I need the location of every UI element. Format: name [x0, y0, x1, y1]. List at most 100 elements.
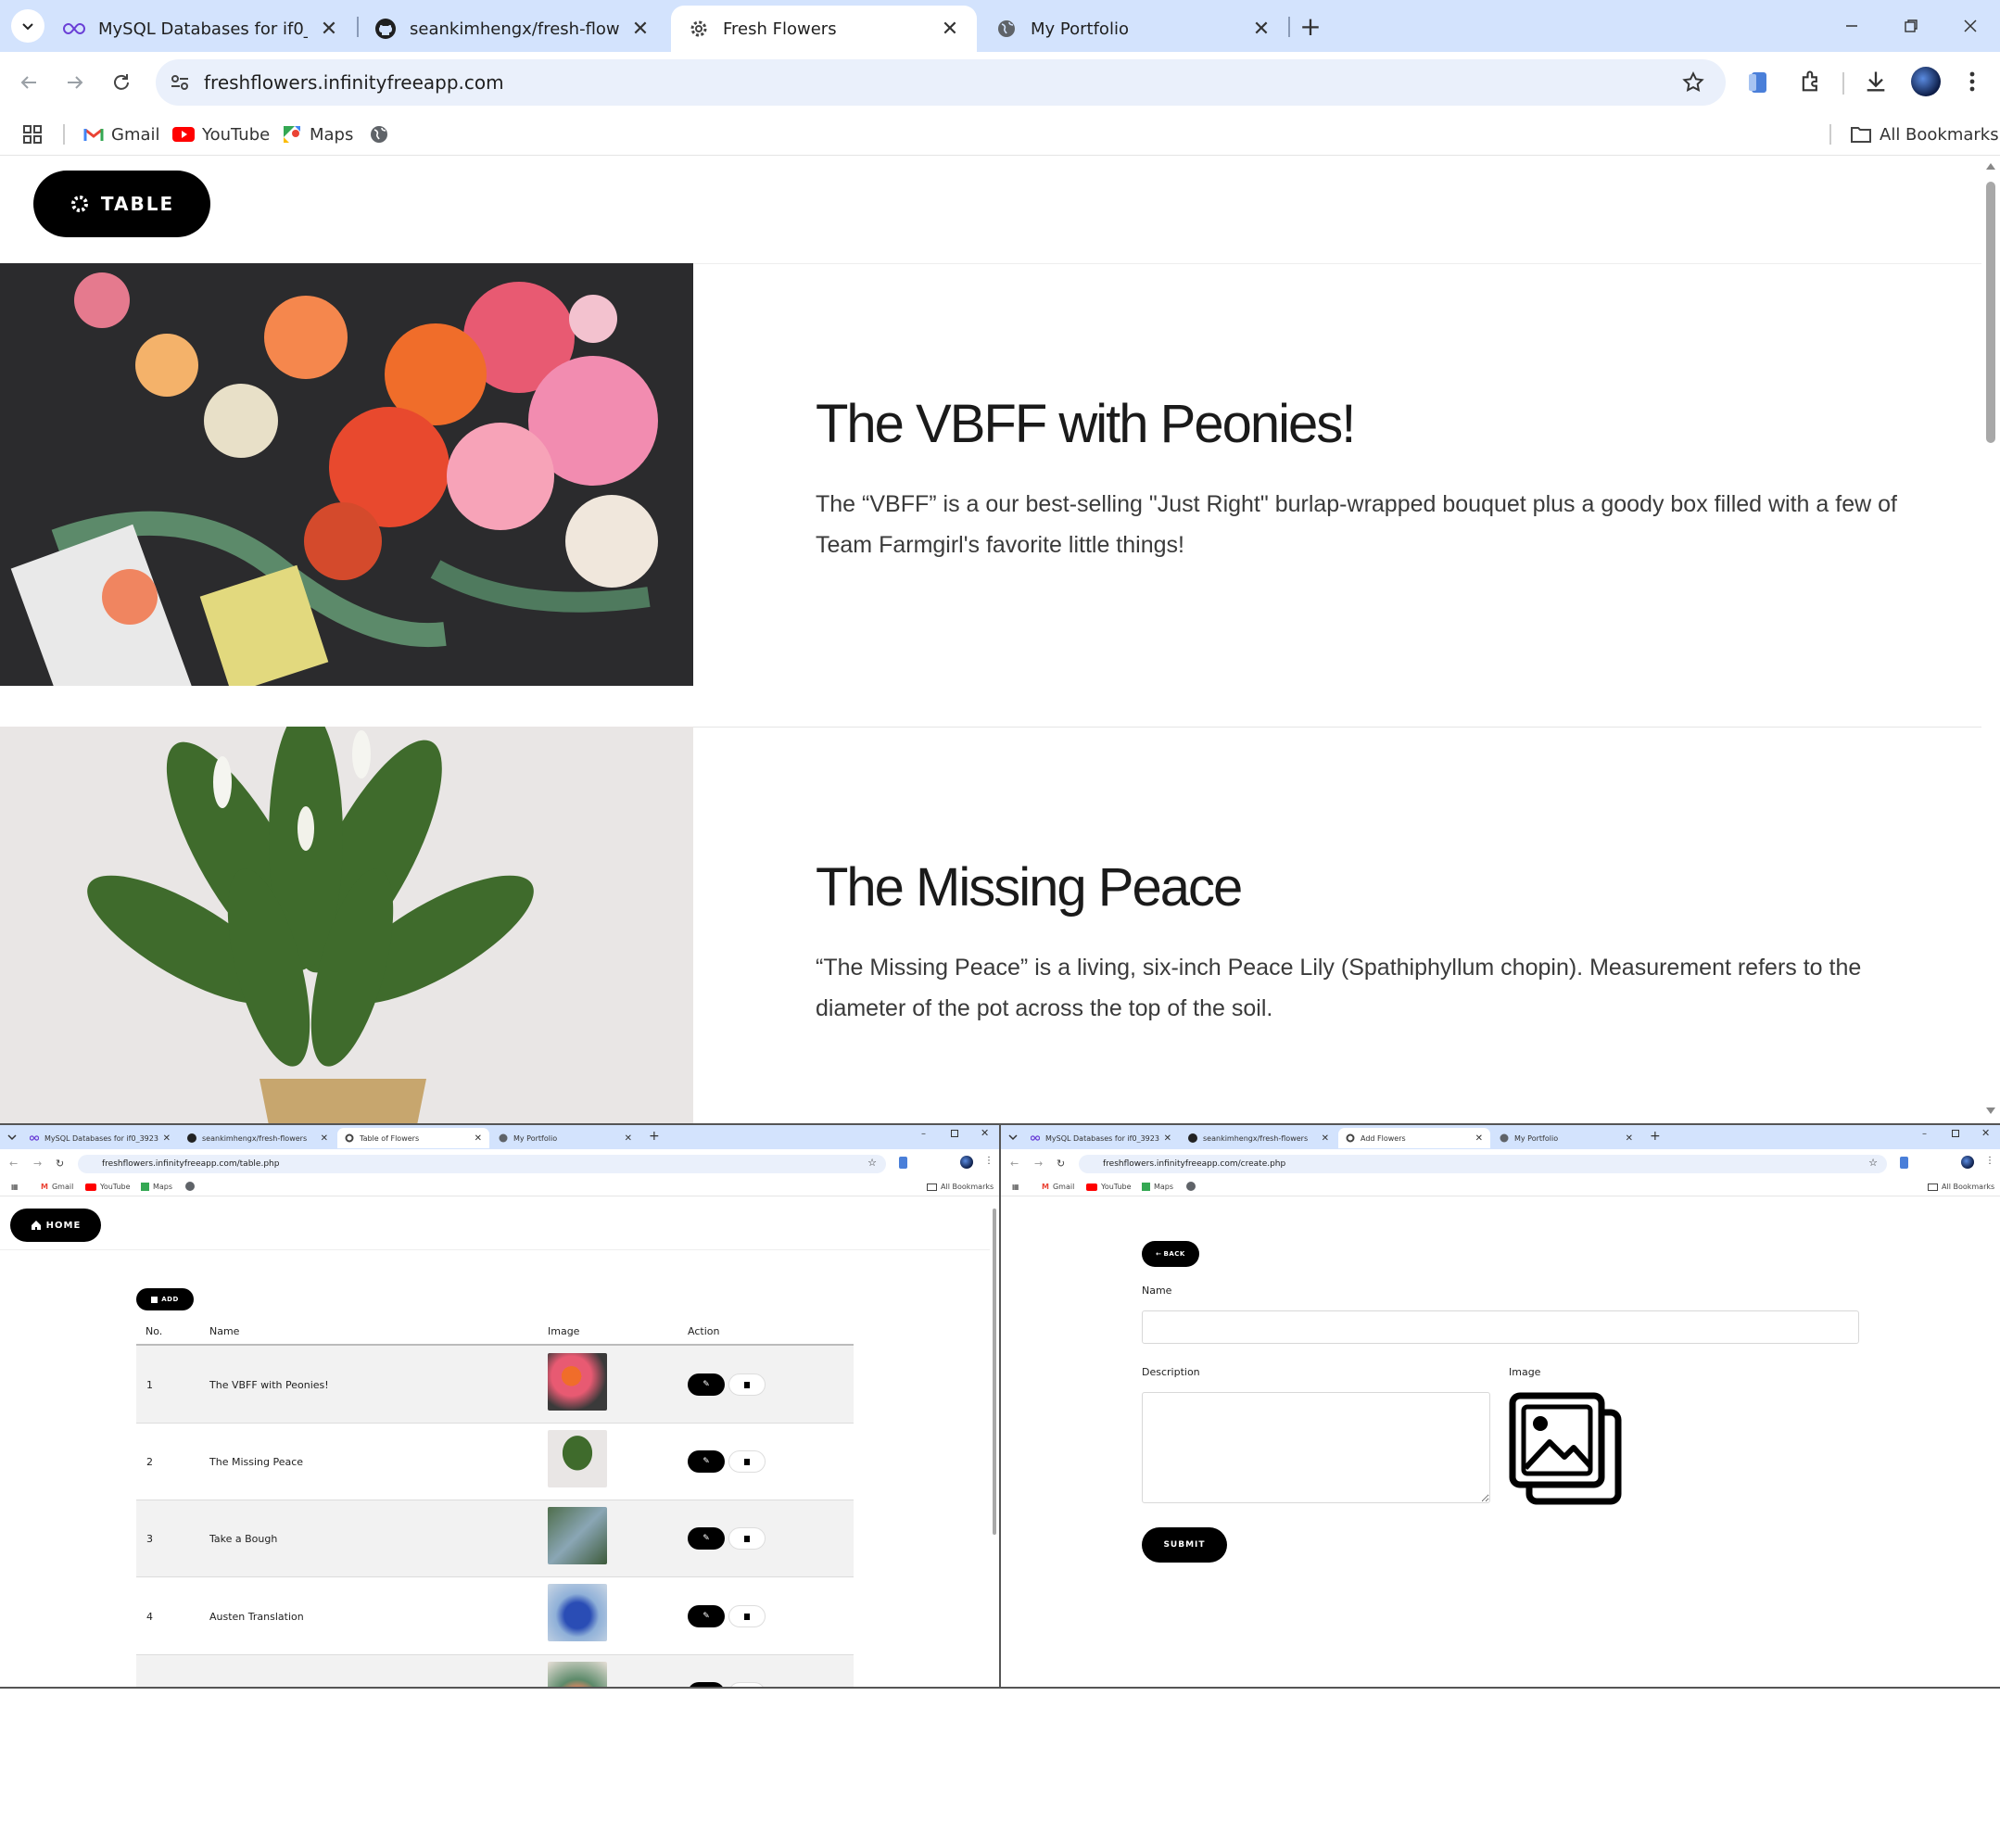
close-icon[interactable]: ✕ — [625, 1133, 632, 1144]
avatar[interactable] — [1911, 67, 1941, 96]
minimize-icon[interactable]: – — [921, 1129, 926, 1139]
close-window-button[interactable] — [1952, 9, 1989, 43]
close-icon[interactable]: ✕ — [981, 1127, 989, 1139]
close-icon[interactable]: ✕ — [1475, 1133, 1483, 1144]
star-icon[interactable]: ☆ — [867, 1157, 877, 1169]
tab-add-flowers[interactable]: Add Flowers ✕ — [1338, 1128, 1490, 1148]
all-bookmarks[interactable]: All Bookmarks — [927, 1183, 994, 1191]
extensions-icon[interactable] — [1798, 69, 1824, 95]
scrollbar-thumb[interactable] — [993, 1209, 996, 1535]
avatar[interactable] — [1961, 1156, 1974, 1169]
tab-groups-icon[interactable] — [899, 1157, 907, 1169]
description-textarea[interactable] — [1142, 1392, 1490, 1503]
arrow-left-icon[interactable]: ← — [9, 1158, 18, 1170]
tab-groups-icon[interactable] — [1900, 1157, 1908, 1169]
bookmark-maps[interactable]: Maps — [1142, 1183, 1173, 1191]
edit-button[interactable]: ✎ — [688, 1605, 725, 1627]
bookmark-gmail[interactable]: M Gmail — [1042, 1183, 1074, 1191]
download-icon[interactable] — [1863, 69, 1889, 95]
arrow-right-icon[interactable]: → — [33, 1158, 42, 1170]
globe-icon[interactable] — [185, 1182, 195, 1191]
bookmark-globe[interactable] — [369, 120, 397, 148]
tab-search-button[interactable] — [11, 9, 44, 43]
add-button[interactable]: ADD — [136, 1288, 194, 1310]
tab-portfolio[interactable]: My Portfolio ✕ — [491, 1128, 639, 1148]
scroll-up-icon[interactable] — [1985, 161, 1996, 171]
close-icon[interactable]: ✕ — [319, 18, 339, 41]
new-tab-button[interactable]: + — [1296, 11, 1325, 42]
bookmark-youtube[interactable]: YouTube — [1086, 1183, 1132, 1191]
tab-groups-icon[interactable] — [1746, 69, 1772, 96]
reload-icon[interactable]: ↻ — [56, 1158, 64, 1170]
star-icon[interactable]: ☆ — [1868, 1157, 1878, 1169]
close-icon[interactable]: ✕ — [1322, 1133, 1329, 1144]
tab-portfolio[interactable]: My Portfolio ✕ — [1492, 1128, 1640, 1148]
address-bar[interactable]: freshflowers.infinityfreeapp.com — [156, 59, 1726, 106]
address-bar[interactable]: freshflowers.infinityfreeapp.com/create.… — [1079, 1155, 1887, 1173]
star-icon[interactable] — [1681, 70, 1705, 95]
plus-icon[interactable]: + — [1650, 1129, 1661, 1144]
scrollbar-thumb[interactable] — [1986, 182, 1995, 443]
table-button[interactable]: TABLE — [33, 171, 210, 237]
tab-github[interactable]: seankimhengx/fresh-flowers ✕ — [358, 6, 667, 52]
tab-github[interactable]: seankimhengx/fresh-flowers ✕ — [180, 1128, 335, 1148]
tab-mysql[interactable]: MySQL Databases for if0_3923 ✕ — [22, 1128, 178, 1148]
tab-table-of-flowers[interactable]: Table of Flowers ✕ — [337, 1128, 489, 1148]
name-input[interactable] — [1142, 1310, 1859, 1344]
tab-mysql[interactable]: MySQL Databases for if0_3923 ✕ — [1023, 1128, 1179, 1148]
globe-icon[interactable] — [1186, 1182, 1196, 1191]
submit-button[interactable]: SUBMIT — [1142, 1527, 1227, 1563]
delete-button[interactable] — [728, 1450, 766, 1473]
close-icon[interactable]: ✕ — [1626, 1133, 1633, 1144]
minimize-button[interactable] — [1833, 9, 1870, 43]
chevron-down-icon[interactable] — [1006, 1131, 1019, 1144]
tab-mysql[interactable]: MySQL Databases for if0_39234 ✕ — [46, 6, 356, 52]
bookmark-youtube[interactable]: YouTube — [85, 1183, 131, 1191]
tab-fresh-flowers[interactable]: Fresh Flowers ✕ — [671, 6, 977, 52]
edit-button[interactable]: ✎ — [688, 1527, 725, 1550]
edit-button[interactable]: ✎ — [688, 1450, 725, 1473]
menu-icon[interactable] — [1963, 69, 1981, 95]
bookmark-maps[interactable]: Maps — [282, 120, 353, 148]
close-icon[interactable]: ✕ — [475, 1133, 482, 1144]
all-bookmarks[interactable]: All Bookmarks — [1928, 1183, 1994, 1191]
plus-icon[interactable]: + — [649, 1129, 660, 1144]
image-upload[interactable] — [1509, 1392, 1622, 1505]
chevron-down-icon[interactable] — [6, 1131, 19, 1144]
bookmark-maps[interactable]: Maps — [141, 1183, 172, 1191]
scrollbar[interactable] — [990, 1199, 999, 1687]
tab-portfolio[interactable]: My Portfolio ✕ — [979, 6, 1288, 52]
minimize-icon[interactable]: – — [1922, 1129, 1927, 1139]
menu-icon[interactable]: ⋮ — [984, 1156, 994, 1166]
scrollbar[interactable] — [1981, 156, 2000, 1123]
edit-button[interactable]: ✎ — [688, 1373, 725, 1396]
forward-button[interactable] — [57, 65, 93, 100]
close-icon[interactable]: ✕ — [1164, 1133, 1171, 1144]
restore-button[interactable] — [1892, 9, 1930, 43]
reload-icon[interactable]: ↻ — [1057, 1158, 1065, 1170]
tab-github[interactable]: seankimhengx/fresh-flowers ✕ — [1181, 1128, 1336, 1148]
close-icon[interactable]: ✕ — [1981, 1127, 1990, 1139]
delete-button[interactable] — [728, 1527, 766, 1550]
apps-icon[interactable]: ▦ — [11, 1183, 19, 1191]
restore-icon[interactable] — [1952, 1130, 1959, 1137]
bookmark-youtube[interactable]: YouTube — [172, 120, 270, 148]
menu-icon[interactable]: ⋮ — [1985, 1156, 1994, 1166]
bookmark-gmail[interactable]: Gmail — [83, 120, 160, 148]
address-bar[interactable]: freshflowers.infinityfreeapp.com/table.p… — [78, 1155, 886, 1173]
close-icon[interactable]: ✕ — [1251, 18, 1272, 41]
all-bookmarks[interactable]: All Bookmarks — [1850, 120, 1999, 148]
reload-button[interactable] — [104, 65, 139, 100]
arrow-right-icon[interactable]: → — [1034, 1158, 1043, 1170]
site-info-icon[interactable] — [169, 71, 191, 94]
back-button[interactable]: ← BACK — [1142, 1241, 1199, 1267]
bookmark-gmail[interactable]: M Gmail — [41, 1183, 73, 1191]
home-button[interactable]: HOME — [10, 1209, 101, 1242]
back-button[interactable] — [11, 65, 46, 100]
close-icon[interactable]: ✕ — [940, 18, 960, 41]
scroll-down-icon[interactable] — [1985, 1107, 1996, 1116]
apps-icon[interactable]: ▦ — [1012, 1183, 1019, 1191]
apps-icon[interactable] — [22, 120, 43, 148]
close-icon[interactable]: ✕ — [630, 18, 651, 41]
delete-button[interactable] — [728, 1605, 766, 1627]
